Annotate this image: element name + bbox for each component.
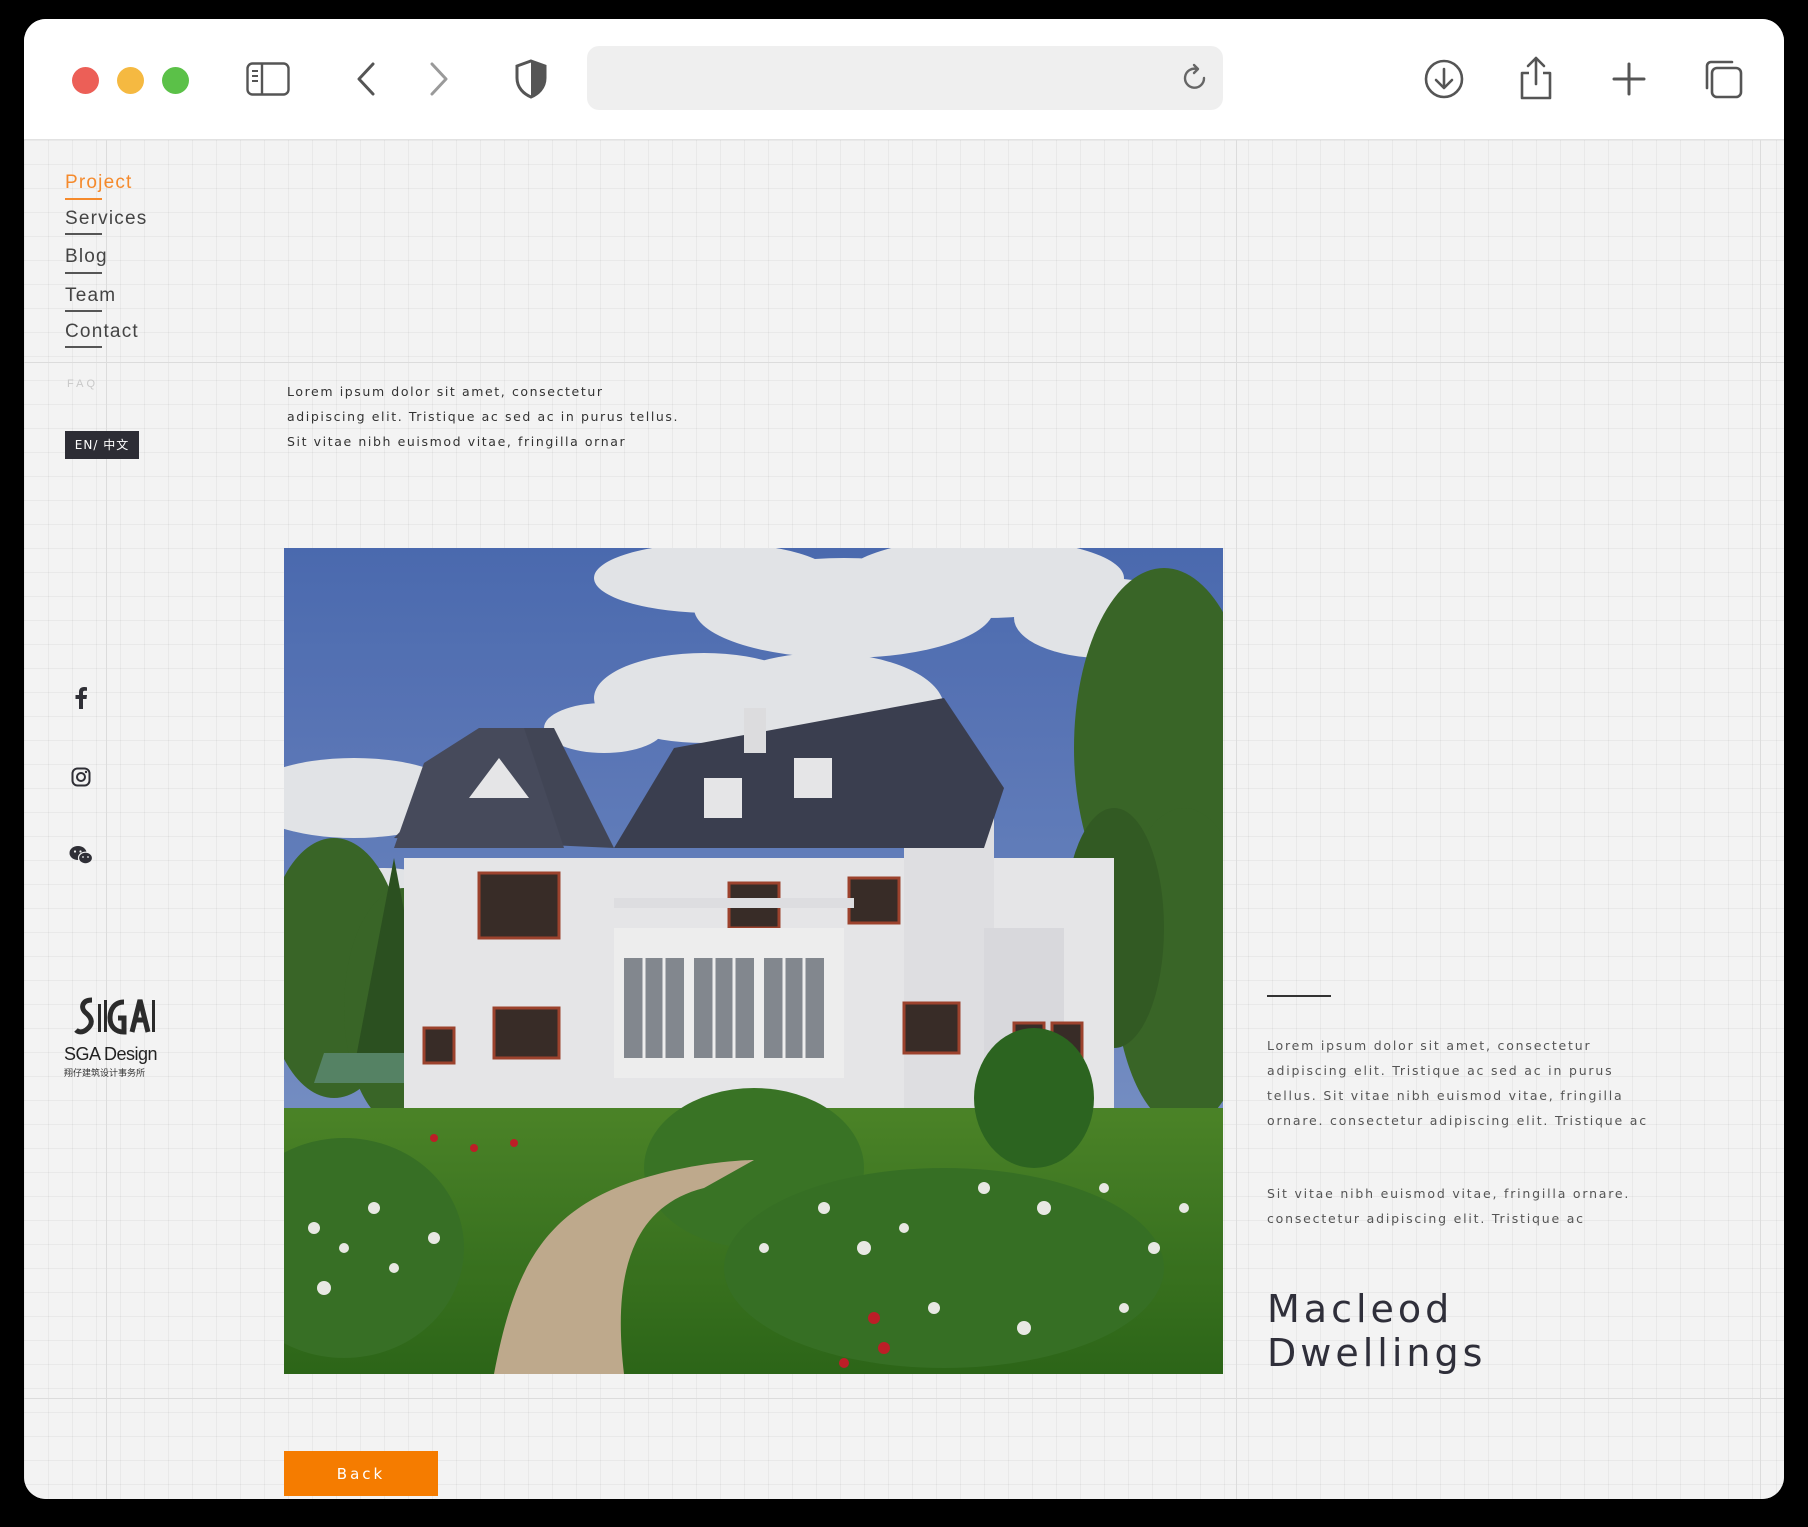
description-paragraph-2: Sit vitae nibh euismod vitae, fringilla … (1267, 1186, 1631, 1226)
new-tab-icon[interactable] (1609, 59, 1649, 99)
browser-toolbar (24, 19, 1784, 140)
section-rule (1267, 995, 1331, 997)
nav-item-faq[interactable]: FAQ (67, 378, 98, 390)
nav-underline (65, 310, 102, 312)
nav-item-team[interactable]: Team (65, 285, 116, 307)
grid-divider (1236, 140, 1237, 1499)
language-toggle[interactable]: EN/ 中文 (65, 431, 139, 459)
shield-icon[interactable] (511, 57, 551, 101)
wechat-icon[interactable] (66, 840, 96, 870)
facebook-icon[interactable] (66, 683, 96, 713)
nav-item-project[interactable]: Project (65, 172, 133, 194)
logo-subtitle: 翔仔建筑设计事务所 (64, 1069, 146, 1079)
close-window-button[interactable] (72, 67, 99, 94)
grid-divider (24, 362, 1784, 363)
browser-window: Project Services Blog Team Contact FAQ E… (24, 19, 1784, 1499)
grid-divider (24, 1398, 1784, 1399)
company-logo[interactable]: SGA Design 翔仔建筑设计事务所 (64, 994, 174, 1084)
tabs-icon[interactable] (1699, 55, 1747, 103)
project-photo (284, 548, 1223, 1374)
project-title: Macleod Dwellings (1267, 1287, 1487, 1375)
share-icon[interactable] (1515, 53, 1557, 103)
logo-wordmark: SGA Design (64, 1044, 158, 1065)
description-paragraph-1: Lorem ipsum dolor sit amet, consectetur … (1267, 1038, 1648, 1128)
minimize-window-button[interactable] (117, 67, 144, 94)
nav-item-contact[interactable]: Contact (65, 321, 139, 343)
nav-underline (65, 233, 102, 235)
nav-underline (65, 346, 102, 348)
nav-item-services[interactable]: Services (65, 208, 147, 230)
download-icon[interactable] (1421, 56, 1467, 102)
nav-underline (65, 272, 102, 274)
logo-mark (74, 997, 155, 1035)
forward-icon[interactable] (422, 59, 456, 99)
back-icon[interactable] (349, 59, 383, 99)
sidebar-icon[interactable] (245, 59, 291, 99)
reload-icon[interactable] (1177, 60, 1213, 96)
house-image (284, 548, 1223, 1374)
zoom-window-button[interactable] (162, 67, 189, 94)
back-button[interactable]: Back (284, 1451, 438, 1496)
instagram-icon[interactable] (66, 762, 96, 792)
nav-item-blog[interactable]: Blog (65, 246, 108, 268)
intro-text: Lorem ipsum dolor sit amet, consectetur … (287, 384, 680, 449)
logo-name: SGA Design (64, 1044, 158, 1064)
nav-underline (65, 198, 102, 200)
address-bar[interactable] (587, 46, 1223, 110)
grid-divider (106, 140, 107, 1499)
